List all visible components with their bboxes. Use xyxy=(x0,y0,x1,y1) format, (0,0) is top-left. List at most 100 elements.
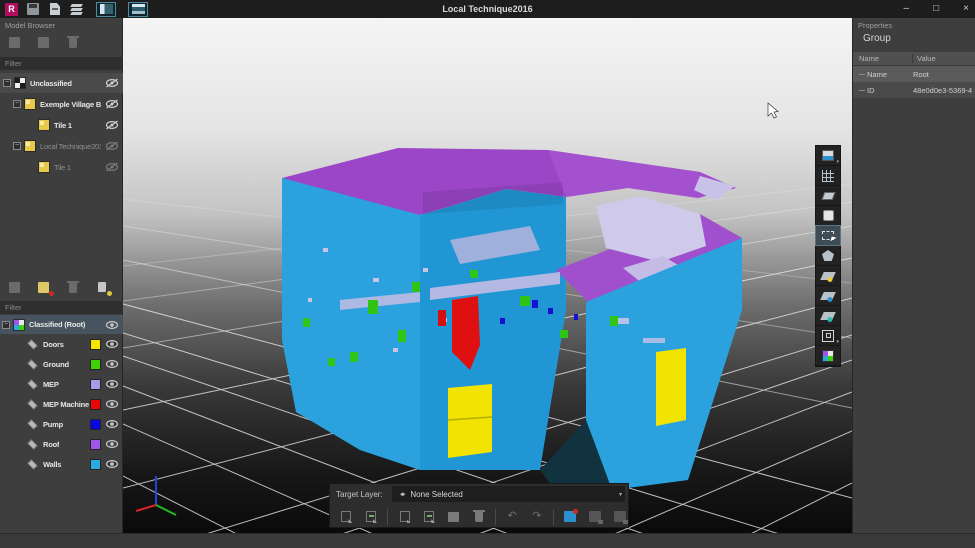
property-row-name[interactable]: Name Root xyxy=(853,66,975,82)
classified-root-icon xyxy=(13,318,25,331)
maximize-button[interactable]: □ xyxy=(933,0,939,18)
properties-group-label: Group xyxy=(863,33,891,44)
property-row-id[interactable]: ID 48e0d0e3-5369-4... xyxy=(853,82,975,98)
eye-slash-icon[interactable] xyxy=(105,120,119,130)
minimize-button[interactable]: – xyxy=(904,0,910,18)
copy-region-button[interactable] xyxy=(587,508,604,526)
project-icon xyxy=(24,98,36,110)
rect-select-button[interactable] xyxy=(815,225,841,246)
layer-row-mep[interactable]: MEP xyxy=(0,374,123,394)
divider xyxy=(494,508,496,525)
classification-toolbar xyxy=(0,276,123,300)
select-layer-button[interactable] xyxy=(363,508,380,526)
move-selection-button[interactable] xyxy=(421,508,438,526)
unclassified-icon xyxy=(14,77,26,89)
layer-row-ground[interactable]: Ground xyxy=(0,354,123,374)
eye-slash-icon[interactable] xyxy=(105,141,119,151)
new-layer-button[interactable] xyxy=(36,280,54,296)
color-swatch[interactable] xyxy=(90,338,101,350)
collapse-icon[interactable] xyxy=(3,79,11,87)
layer-icon xyxy=(27,358,38,370)
divider xyxy=(387,508,389,525)
volume-tool-button[interactable] xyxy=(816,206,840,225)
layer-row-mep-machine[interactable]: MEP Machine xyxy=(0,394,123,414)
add-layer-button[interactable] xyxy=(7,280,25,296)
redo-button[interactable]: ↷ xyxy=(528,508,545,526)
tree-item-unclassified[interactable]: Unclassified xyxy=(0,73,123,93)
color-swatch[interactable] xyxy=(90,378,101,390)
color-swatch[interactable] xyxy=(90,418,101,430)
delete-selection-button[interactable] xyxy=(470,508,487,526)
delete-layer-button[interactable] xyxy=(65,280,83,296)
model-browser-toolbar xyxy=(0,31,123,55)
target-layer-dropdown[interactable]: ◆ None Selected ▾ xyxy=(392,486,625,502)
tree-branch xyxy=(859,89,865,91)
color-swatch[interactable] xyxy=(90,358,101,370)
view-mode-button[interactable]: ▾ xyxy=(816,146,840,165)
color-swatch[interactable] xyxy=(90,398,101,410)
eye-slash-icon[interactable] xyxy=(105,99,119,109)
layer-row-doors[interactable]: Doors xyxy=(0,334,123,354)
model-filter-input[interactable] xyxy=(0,57,123,70)
eye-slash-icon[interactable] xyxy=(105,162,119,172)
extrude-tool-button[interactable] xyxy=(816,186,840,205)
delete-model-button[interactable] xyxy=(65,35,83,51)
limit-box-button[interactable]: ▾ xyxy=(816,326,840,345)
edit-layers-button[interactable] xyxy=(94,280,112,296)
paste-region-button[interactable] xyxy=(611,508,628,526)
layer-row-walls[interactable]: Walls xyxy=(0,454,123,474)
plane-remove-button[interactable] xyxy=(816,306,840,325)
plane-edit-button[interactable] xyxy=(816,266,840,285)
badge-icon xyxy=(49,291,54,296)
extrude-icon xyxy=(821,191,835,200)
badge-icon xyxy=(107,291,112,296)
move-to-layer-button[interactable] xyxy=(396,508,413,526)
layer-icon xyxy=(27,338,38,350)
collapse-icon[interactable] xyxy=(13,100,21,108)
select-visible-button[interactable] xyxy=(338,508,355,526)
collapse-icon[interactable] xyxy=(2,320,10,329)
tree-item-tile1-b[interactable]: Tile 1 xyxy=(0,157,123,177)
add-scan-button[interactable] xyxy=(36,35,54,51)
tree-item-local-technique[interactable]: Local Technique2016 xyxy=(0,136,123,156)
color-swatch[interactable] xyxy=(90,438,101,450)
layer-filter-input[interactable] xyxy=(0,301,123,314)
tree-item-classified-root[interactable]: Classified (Root) xyxy=(0,315,123,334)
close-button[interactable]: × xyxy=(963,0,969,18)
tree-item-tile1[interactable]: Tile 1 xyxy=(0,115,123,135)
trash-icon xyxy=(67,281,79,293)
view-toolbar: ▾ ▾ xyxy=(815,145,841,367)
viewport-canvas[interactable] xyxy=(123,18,852,533)
polygon-select-button[interactable] xyxy=(816,246,840,265)
plane-add-button[interactable] xyxy=(816,286,840,305)
eye-icon[interactable] xyxy=(105,320,119,330)
collapse-icon[interactable] xyxy=(13,142,21,150)
lock-region-button[interactable] xyxy=(562,508,579,526)
eye-icon[interactable] xyxy=(105,439,119,449)
layer-row-roof[interactable]: Roof xyxy=(0,434,123,454)
grid-icon xyxy=(822,169,834,182)
color-swatch[interactable] xyxy=(90,458,101,470)
layer-diamond-icon: ◆ xyxy=(400,491,406,497)
classification-colors-button[interactable] xyxy=(816,346,840,365)
titlebar: R Local Technique2016 – □ × xyxy=(0,0,975,18)
trash-icon xyxy=(67,36,79,48)
undo-button[interactable]: ↶ xyxy=(504,508,521,526)
eye-slash-icon[interactable] xyxy=(105,78,119,88)
viewport[interactable]: ▾ ▾ Target Layer: ◆ None Selected ▾ ↶ ↷ xyxy=(123,18,852,533)
undo-icon: ↶ xyxy=(507,510,517,522)
layer-icon xyxy=(27,438,38,450)
model-browser-title: Model Browser xyxy=(5,21,56,30)
eye-icon[interactable] xyxy=(105,379,119,389)
eye-icon[interactable] xyxy=(105,419,119,429)
eye-icon[interactable] xyxy=(105,359,119,369)
classification-bottom-toolbar: Target Layer: ◆ None Selected ▾ ↶ ↷ xyxy=(329,483,629,528)
eye-icon[interactable] xyxy=(105,399,119,409)
grid-toggle-button[interactable] xyxy=(816,166,840,185)
tree-item-exemple-village[interactable]: Exemple Village BIM 2 xyxy=(0,94,123,114)
eye-icon[interactable] xyxy=(105,459,119,469)
layer-row-pump[interactable]: Pump xyxy=(0,414,123,434)
eye-icon[interactable] xyxy=(105,339,119,349)
add-project-button[interactable] xyxy=(7,35,25,51)
box-tool-button[interactable] xyxy=(446,508,463,526)
